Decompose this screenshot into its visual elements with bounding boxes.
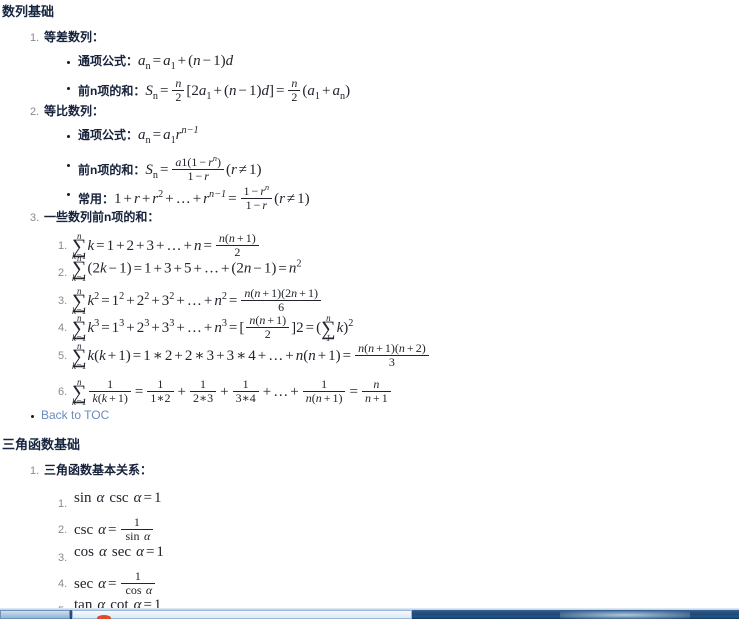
- summation-icon: ∑ 1 n: [321, 313, 336, 343]
- list-item-label: 等比数列：: [44, 104, 105, 118]
- summation-icon: ∑ n k=1: [72, 377, 87, 407]
- taskbar: [0, 608, 739, 619]
- formula: ∑ n k=1 (2k −1) = 1 +3 +5 +… + (2n −1) = n2: [72, 253, 302, 284]
- list-item: 前n项的和：Sn = n 2 [2a1 + (n −1)d] = n 2 (a1 + an): [78, 76, 351, 105]
- bullet-icon: [31, 415, 34, 418]
- list-marker: 2.: [58, 524, 68, 536]
- list-marker: 3.: [58, 552, 68, 564]
- list-marker: 3.: [30, 212, 40, 224]
- bullet-icon: [67, 135, 70, 138]
- summation-icon: ∑ n k=1: [72, 286, 87, 316]
- formula: an = a1 + (n −1)d: [138, 53, 234, 72]
- list-item: 通项公式：an = a1 + (n −1)d: [78, 53, 233, 72]
- list-item-label: 等差数列：: [44, 30, 105, 44]
- formula: ∑ n k=1 k2 = 12 +22 +32 +… + n2 = n(n +1)(2n +1) 6: [72, 286, 323, 316]
- list-item: 通项公式：an = a1rn−1: [78, 125, 199, 146]
- list-item-label: 一些数列前n项的和：: [44, 210, 160, 224]
- formula: ∑ n k=1 1 k(k +1) = 1 1∗2 +1 2∗3 +1 3∗4 +… +1 n(n +1) = n n…: [72, 377, 393, 407]
- list-marker: 4.: [58, 578, 68, 590]
- formula: ∑ n k=1 k3 = 13 +23 +33 +… + n3 =[n(n +1) 2]2 = (∑ 1 n k)2: [72, 313, 354, 343]
- taskbar-button-start[interactable]: [0, 610, 70, 619]
- formula: sin α csc α = 1: [74, 490, 162, 506]
- list-marker: 1.: [30, 32, 40, 44]
- list-item: 常用：1 + r + r2 +… + rn−1 = 1− rn 1− r (r ≠ 1): [78, 183, 310, 213]
- list-item-label: 三角函数基本关系：: [44, 463, 153, 477]
- formula: csc α = 1 sin α: [72, 515, 155, 544]
- sub-item-label: 前n项的和：: [78, 84, 146, 99]
- list-marker: 1.: [58, 240, 68, 252]
- taskbar-button-window[interactable]: [72, 610, 412, 619]
- page-title-sequences: 数列基础: [2, 4, 55, 19]
- sub-item-label: 前n项的和：: [78, 163, 146, 178]
- formula: an = a1rn−1: [138, 125, 199, 146]
- summation-icon: ∑ n k=1: [72, 313, 87, 343]
- back-to-toc-link[interactable]: Back to TOC: [41, 409, 109, 421]
- formula: Sn = n 2 [2a1 + (n −1)d] = n 2 (a1 + an): [145, 76, 351, 105]
- summation-icon: ∑ n k=1: [72, 341, 87, 371]
- list-marker: 3.: [58, 295, 68, 307]
- list-marker: 5.: [58, 350, 68, 362]
- sub-item-label: 常用：: [78, 192, 115, 207]
- formula: ∑ n k=1 k = 1 +2 +3 +… + n = n(n +1) 2: [72, 231, 261, 260]
- formula: ∑ n k=1 k(k +1) = 1 ∗ 2 +2 ∗ 3 +3 ∗ 4 +… + n(n +1) = n(n +1)(…: [72, 341, 431, 371]
- sub-item-label: 通项公式：: [78, 128, 139, 142]
- page-title-trigonometry: 三角函数基础: [2, 437, 81, 452]
- list-marker: 4.: [58, 322, 68, 334]
- list-marker: 1.: [30, 465, 40, 477]
- formula: tan α cot α = 1: [74, 597, 162, 609]
- taskbar-glow: [560, 611, 690, 619]
- formula: sec α = 1 cos α: [72, 569, 157, 598]
- list-item: 前n项的和：Sn = a1(1− rn) 1− r (r ≠ 1): [78, 154, 262, 184]
- document-page: 数列基础 1. 等差数列： 通项公式：an = a1 + (n −1)d 前n项的和：Sn…: [0, 0, 739, 608]
- formula: Sn = a1(1− rn) 1− r (r ≠ 1): [145, 154, 262, 184]
- list-marker: 2.: [30, 106, 40, 118]
- bullet-icon: [67, 193, 70, 196]
- formula: cos α sec α = 1: [74, 544, 164, 560]
- list-marker: 6.: [58, 386, 68, 398]
- sub-item-label: 通项公式：: [78, 54, 139, 68]
- formula: 1 + r + r2 +… + rn−1 = 1− rn 1− r (r ≠ 1): [114, 183, 310, 213]
- list-marker: 1.: [58, 498, 68, 510]
- summation-icon: ∑ n k=1: [72, 253, 87, 284]
- list-marker: 2.: [58, 267, 68, 279]
- bullet-icon: [67, 87, 70, 90]
- bullet-icon: [67, 164, 70, 167]
- record-circle-icon: [97, 615, 111, 619]
- bullet-icon: [67, 61, 70, 64]
